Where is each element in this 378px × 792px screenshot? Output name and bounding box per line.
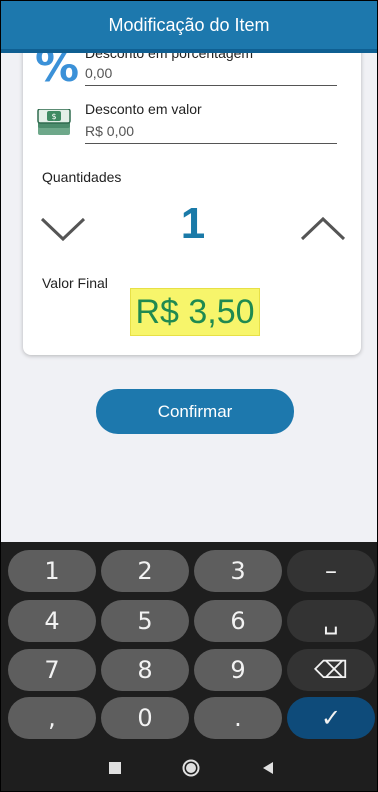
chevron-down-icon[interactable]: [38, 215, 88, 245]
key-comma[interactable]: ,: [8, 697, 96, 739]
key-4[interactable]: 4: [8, 600, 96, 642]
confirm-button[interactable]: Confirmar: [96, 389, 294, 434]
final-value: R$ 3,50: [130, 288, 260, 336]
key-9[interactable]: 9: [194, 649, 282, 691]
chevron-up-icon[interactable]: [298, 215, 348, 245]
key-5[interactable]: 5: [101, 600, 189, 642]
system-nav-bar: [1, 746, 377, 791]
final-value-label: Valor Final: [42, 275, 108, 291]
key-1[interactable]: 1: [8, 550, 96, 592]
key-7[interactable]: 7: [8, 649, 96, 691]
app-screen: Modificação do Item % Desconto em porcen…: [1, 1, 377, 791]
discount-value-input[interactable]: [85, 123, 337, 144]
discount-percent-input[interactable]: [85, 65, 337, 86]
key-space[interactable]: ␣: [287, 600, 375, 642]
key-done[interactable]: ✓: [287, 697, 375, 739]
key-0[interactable]: 0: [101, 697, 189, 739]
quantity-value: 1: [180, 199, 206, 248]
discount-value-label: Desconto em valor: [85, 101, 202, 117]
svg-text:$: $: [51, 112, 56, 121]
key-3[interactable]: 3: [194, 550, 282, 592]
key-minus[interactable]: –: [287, 550, 375, 592]
key-8[interactable]: 8: [101, 649, 189, 691]
header-divider: [1, 49, 377, 53]
item-card: % Desconto em porcentagem $ Desconto em …: [23, 23, 361, 355]
key-backspace[interactable]: ⌫: [287, 649, 375, 691]
money-icon: $: [37, 109, 71, 135]
back-icon[interactable]: [258, 758, 278, 778]
quantity-label: Quantidades: [42, 169, 122, 185]
recent-apps-icon[interactable]: [105, 758, 125, 778]
key-2[interactable]: 2: [101, 550, 189, 592]
app-header: Modificação do Item: [1, 1, 377, 49]
page-title: Modificação do Item: [108, 14, 270, 35]
home-icon[interactable]: [181, 758, 201, 778]
key-dot[interactable]: .: [194, 697, 282, 739]
key-6[interactable]: 6: [194, 600, 282, 642]
